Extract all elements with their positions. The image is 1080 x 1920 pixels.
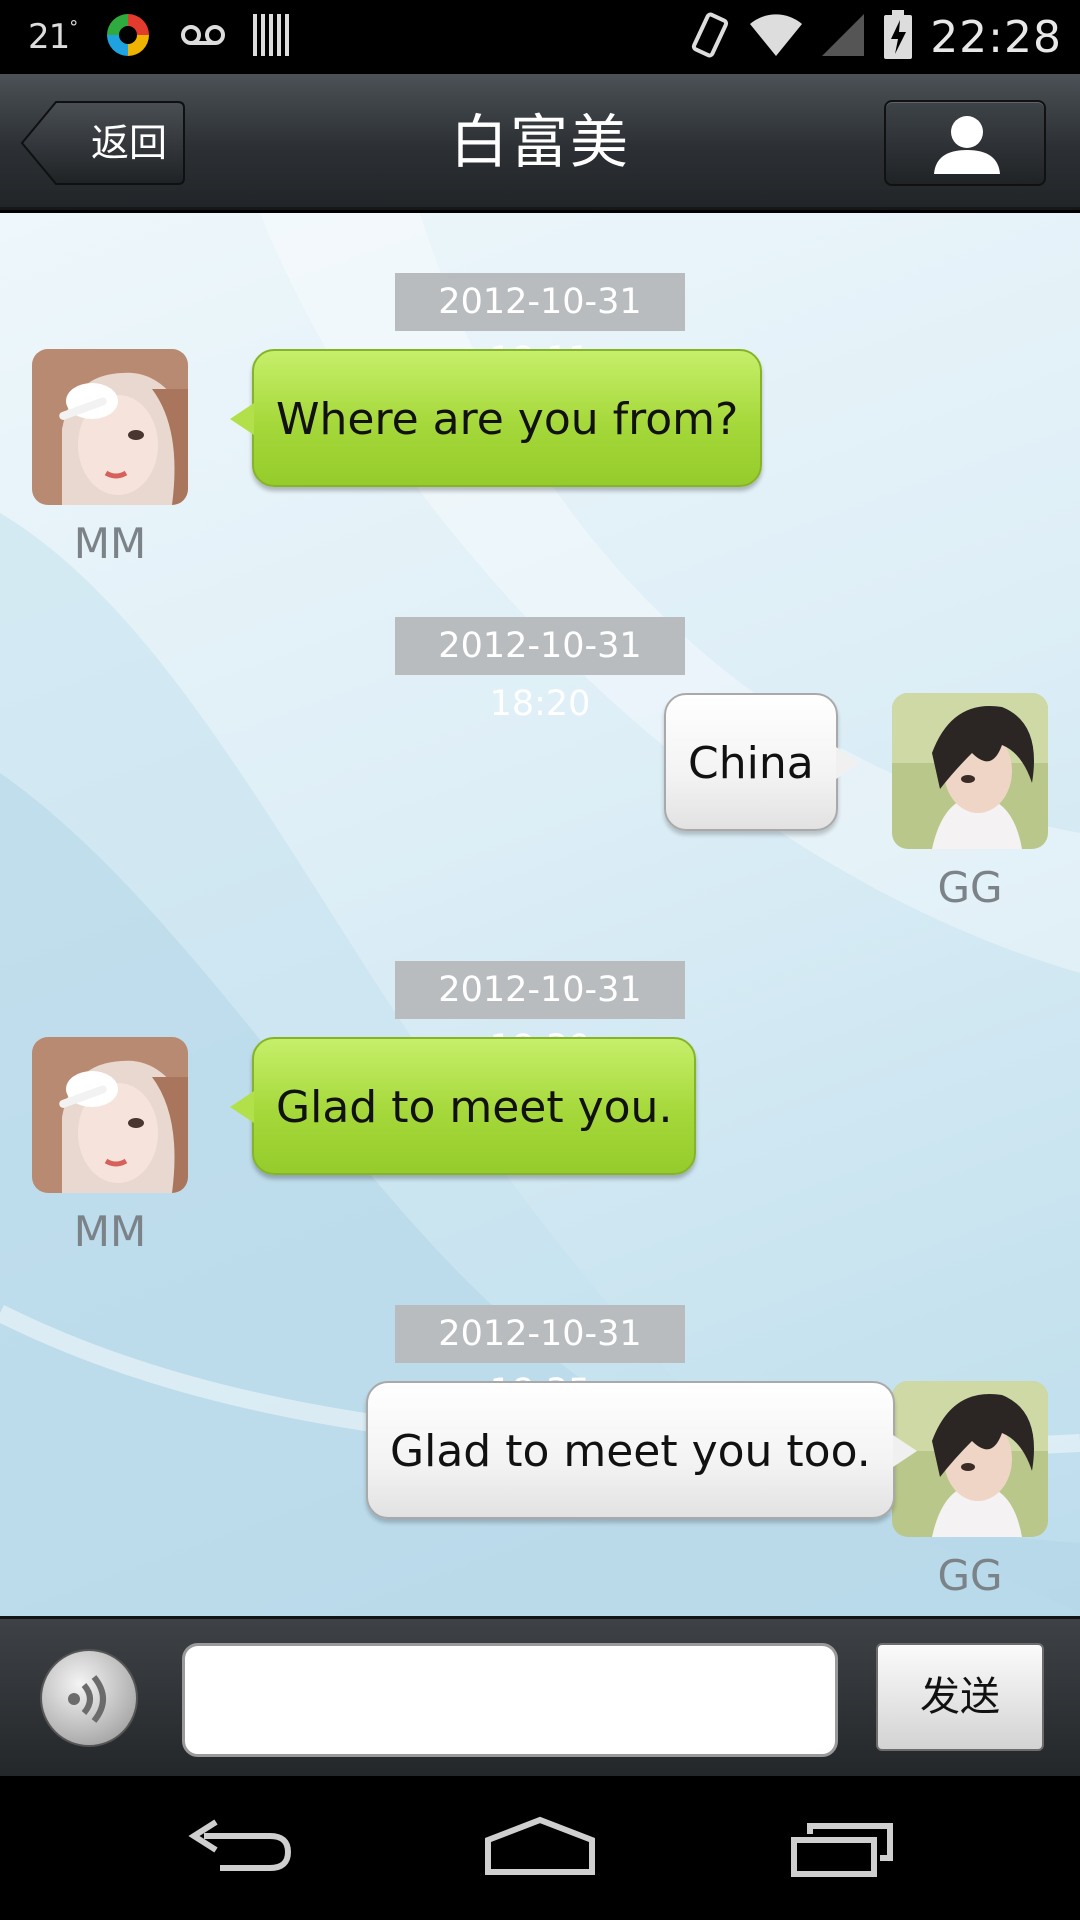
back-label: 返回 [90,121,167,165]
outgoing-message-bubble[interactable]: China [664,693,860,831]
contact-profile-icon [934,116,1000,174]
nav-back-icon [188,1819,292,1871]
bubble-tail [892,1435,917,1467]
nav-recents-button[interactable] [780,1812,900,1884]
message-timestamp: 2012-10-31 18:20 [395,617,685,724]
message-timestamp: 2012-10-31 18:35 [395,1305,685,1412]
system-navigation-bar [0,1776,1080,1920]
app-icon [103,10,153,64]
contact-profile-button[interactable] [884,100,1046,186]
clock: 22:28 [930,11,1062,63]
send-button[interactable]: 发送 [876,1643,1044,1751]
battery-charging-icon [882,10,914,64]
nav-recents-icon [791,1823,893,1877]
signal-icon [820,12,866,62]
voice-icon [68,1675,106,1723]
chat-header: 返回 白富美 [0,74,1080,210]
bubble-tail [230,403,254,435]
message-input[interactable] [182,1643,838,1757]
bubble-tail [835,747,860,779]
avatar-mm[interactable] [32,1037,188,1193]
message-text: Glad to meet you. [276,1082,673,1133]
sender-name: GG [937,863,1003,912]
barcode-icon [253,12,290,62]
sender-name: MM [73,1207,147,1256]
nav-home-button[interactable] [480,1812,600,1884]
weather-temperature: 21° [28,17,78,57]
nav-home-icon [485,1816,595,1875]
voice-input-button[interactable] [40,1649,138,1747]
message-text: Glad to meet you too. [390,1426,871,1477]
status-bar: 21° 22:28 [0,0,1080,74]
bubble-tail [230,1091,254,1123]
incoming-message-bubble[interactable]: Where are you from? [230,349,763,487]
voicemail-icon [179,20,227,54]
incoming-message-bubble[interactable]: Glad to meet you. [230,1037,697,1175]
temperature-value: 21 [28,17,70,57]
vibrate-icon [688,10,732,64]
sender-name: GG [937,1551,1003,1600]
avatar-gg[interactable] [892,693,1048,849]
message-list[interactable]: 2012-10-31 18:11 MM Where are you from? … [0,213,1080,1616]
avatar-mm[interactable] [32,349,188,505]
message-text: China [688,738,814,789]
back-button[interactable]: 返回 [20,100,186,186]
message-text: Where are you from? [276,394,739,445]
message-timestamp: 2012-10-31 18:30 [395,961,685,1068]
outgoing-message-bubble[interactable]: Glad to meet you too. [366,1381,917,1519]
message-timestamp: 2012-10-31 18:11 [395,273,685,380]
compose-bar: 发送 [0,1616,1080,1776]
wifi-icon [748,12,804,62]
degree-symbol: ° [69,17,78,38]
sender-name: MM [73,519,147,568]
nav-back-button[interactable] [180,1812,300,1884]
page-title: 白富美 [449,108,630,176]
